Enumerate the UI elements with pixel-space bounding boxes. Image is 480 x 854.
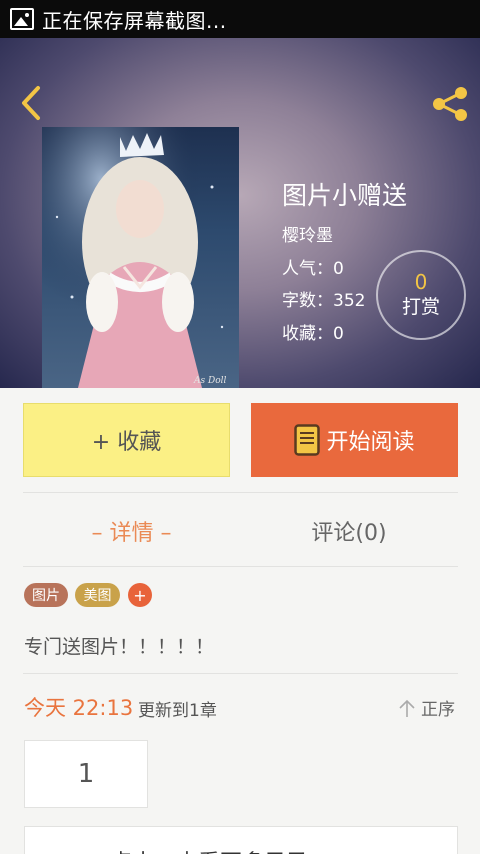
add-tag-button[interactable]: + [128, 583, 152, 607]
reward-count: 0 [414, 270, 428, 294]
tab-details[interactable]: – 详情 – [23, 508, 240, 554]
tag-beautiful-pictures[interactable]: 美图 [75, 583, 120, 607]
cover-image: As Doll [42, 127, 239, 388]
status-bar: 正在保存屏幕截图... [0, 0, 480, 38]
tab-comments[interactable]: 评论(0) [240, 508, 458, 554]
tag-pictures[interactable]: 图片 [24, 583, 68, 607]
favorites-stat: 收藏：0 [282, 324, 344, 344]
add-to-favorites-button[interactable]: + 收藏 [23, 403, 230, 477]
update-time: 今天 22:13 [24, 696, 134, 720]
reward-label: 打赏 [401, 296, 440, 318]
book-icon [294, 424, 321, 456]
more-chapters-label: 点击，查看更多目录 [110, 845, 308, 854]
book-title: 图片小赠送 [282, 181, 408, 210]
divider [23, 492, 458, 493]
back-icon[interactable] [16, 84, 46, 122]
sort-order-label: 正序 [421, 700, 455, 720]
share-icon[interactable] [430, 84, 470, 124]
book-header: As Doll 图片小赠送 樱玲墨 人气：0 字数：352 收藏：0 0 打赏 [0, 38, 480, 388]
image-icon [10, 8, 34, 30]
start-reading-button[interactable]: 开始阅读 [251, 403, 458, 477]
chapter-item[interactable]: 1 [24, 740, 148, 808]
more-chapters-button[interactable]: 点击，查看更多目录 [24, 826, 458, 854]
book-author[interactable]: 樱玲墨 [282, 221, 333, 246]
book-cover[interactable]: As Doll [42, 127, 239, 388]
cover-watermark: As Doll [193, 376, 226, 386]
start-reading-label: 开始阅读 [326, 430, 415, 455]
status-text: 正在保存屏幕截图... [42, 8, 227, 33]
divider [23, 673, 458, 674]
word-count-stat: 字数：352 [282, 291, 366, 311]
divider [23, 566, 458, 567]
reward-button[interactable]: 0 打赏 [376, 250, 466, 340]
arrow-up-icon [399, 699, 415, 717]
popularity-stat: 人气：0 [282, 259, 344, 279]
update-text: 更新到1章 [138, 701, 217, 721]
book-description: 专门送图片！！！！！ [24, 636, 215, 658]
sort-order-button[interactable]: 正序 [398, 695, 455, 720]
